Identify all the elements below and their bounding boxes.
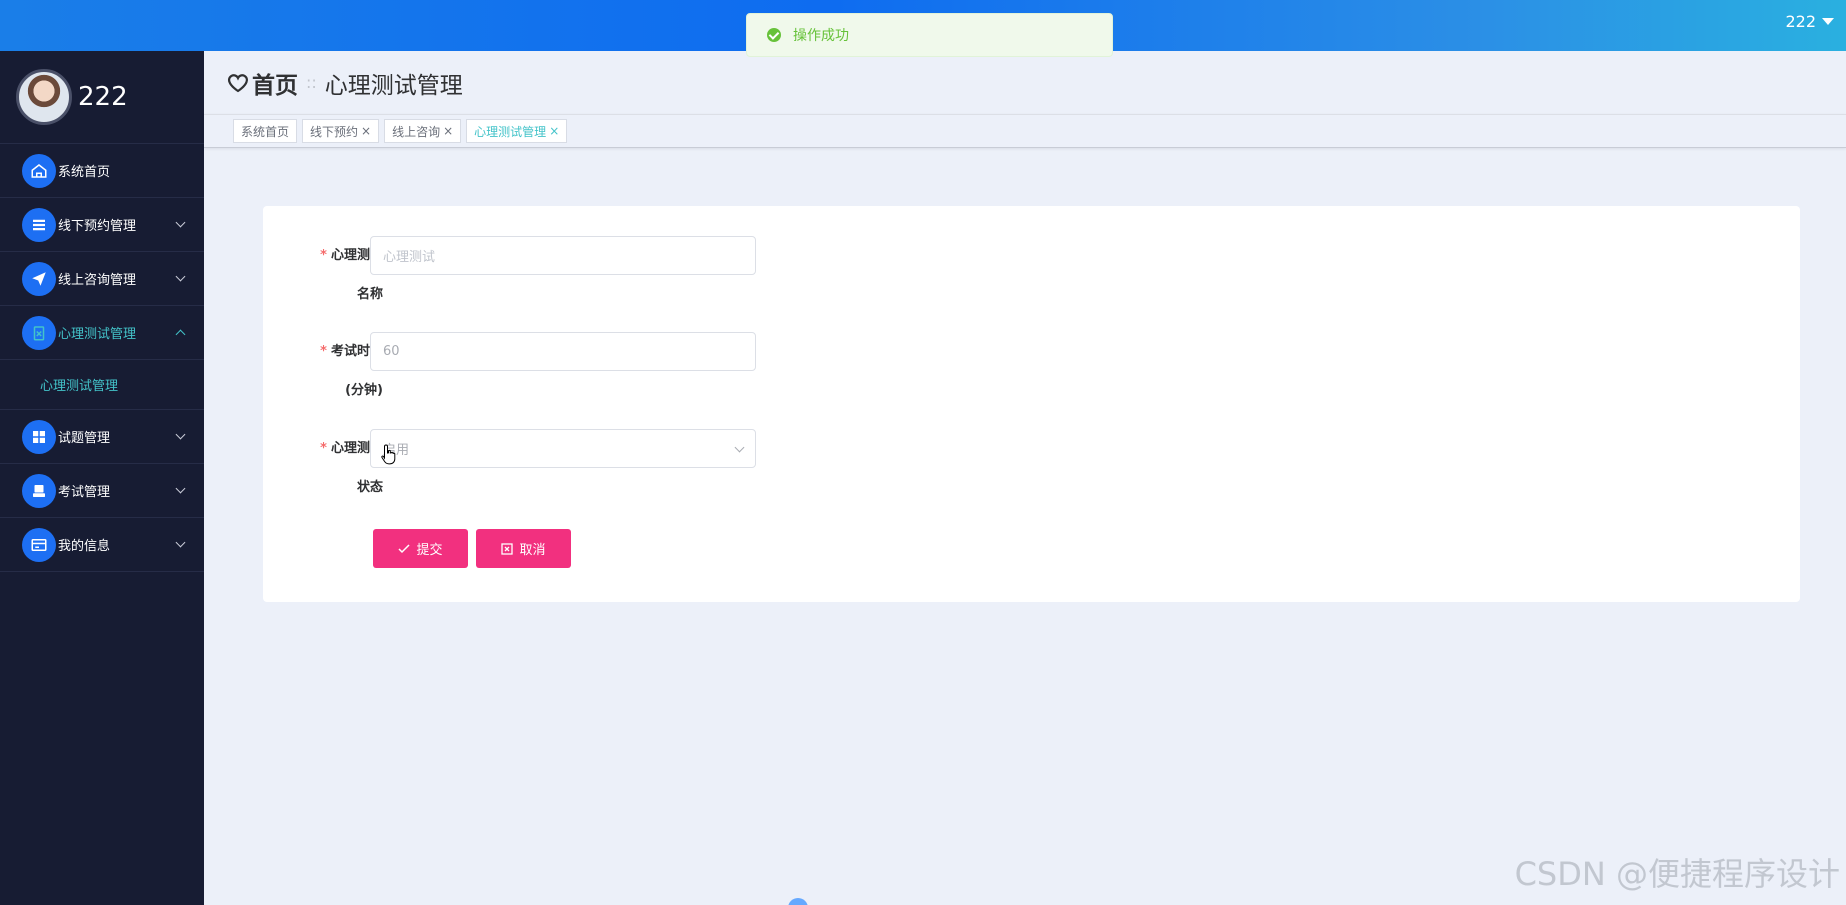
tab-label: 线下预约: [310, 124, 359, 139]
cancel-button[interactable]: 取消: [476, 529, 571, 568]
profile: 222: [0, 51, 204, 144]
field-label: * 考试时长 (分钟): [283, 332, 383, 410]
profile-name: 222: [78, 82, 128, 112]
username-label: 222: [1785, 12, 1816, 31]
chevron-down-icon: [175, 537, 186, 548]
breadcrumb-separator: ::: [306, 73, 317, 92]
chevron-down-icon: [175, 271, 186, 282]
list-icon: [22, 207, 56, 242]
toast-message: 操作成功: [793, 28, 849, 44]
tab-home[interactable]: 系统首页: [233, 119, 298, 143]
sidebar-item-home[interactable]: 系统首页: [0, 144, 204, 198]
sidebar-item-label: 心理测试管理: [58, 327, 137, 342]
close-icon[interactable]: ×: [443, 124, 453, 138]
grid-icon: [22, 419, 56, 454]
chevron-up-icon: [175, 329, 186, 340]
status-select[interactable]: 启用: [370, 429, 756, 468]
input-value: 60: [383, 344, 400, 359]
tab-label: 心理测试管理: [474, 124, 547, 139]
send-icon: [22, 261, 56, 296]
sidebar-item-label: 考试管理: [58, 485, 111, 500]
submenu-item-label: 心理测试管理: [40, 379, 119, 394]
tab-label: 系统首页: [241, 124, 290, 139]
label-text-line2: 状态: [356, 480, 383, 495]
label-text-line2: 名称: [356, 287, 383, 302]
heart-icon: [227, 73, 249, 92]
avatar: [16, 69, 72, 125]
close-icon[interactable]: ×: [549, 124, 559, 138]
required-marker: *: [320, 441, 327, 456]
page-title: 心理测试管理: [324, 72, 463, 99]
chevron-down-icon: [734, 442, 745, 453]
button-label: 取消: [519, 543, 546, 558]
tab-offline-booking[interactable]: 线下预约 ×: [302, 119, 380, 143]
duration-input[interactable]: 60: [370, 332, 756, 371]
sidebar: 222 系统首页 线下预约管理 线上咨询管理 心理测试管理 心理测试管理 试题管…: [0, 51, 204, 905]
sidebar-item-label: 线上咨询管理: [58, 273, 137, 288]
chevron-down-icon: [175, 429, 186, 440]
required-marker: *: [320, 248, 327, 263]
sidebar-item-my-info[interactable]: 我的信息: [0, 518, 204, 572]
sidebar-item-label: 线下预约管理: [58, 219, 137, 234]
submit-button[interactable]: 提交: [373, 529, 468, 568]
test-name-input[interactable]: 心理测试: [370, 236, 756, 275]
input-placeholder: 心理测试: [383, 250, 436, 265]
field-label: * 心理测试 名称: [283, 236, 383, 314]
success-toast: 操作成功: [746, 13, 1113, 57]
tab-online-consult[interactable]: 线上咨询 ×: [384, 119, 462, 143]
card-icon: [22, 527, 56, 562]
tabs-bar: 系统首页 线下预约 × 线上咨询 × 心理测试管理 ×: [204, 114, 1846, 148]
breadcrumb: 首页 :: 心理测试管理: [204, 51, 1846, 114]
clipboard-icon: [22, 315, 56, 350]
sidebar-item-online-consult[interactable]: 线上咨询管理: [0, 252, 204, 306]
field-label: * 心理测试 状态: [283, 429, 383, 507]
form-card: * 心理测试 名称 心理测试 * 考试时长 (分钟) 60 * 心理测试 状态 启用 …: [263, 206, 1800, 602]
label-text-line2: (分钟): [345, 383, 383, 398]
sidebar-item-label: 系统首页: [58, 165, 111, 180]
sidebar-item-label: 我的信息: [58, 539, 111, 554]
breadcrumb-home[interactable]: 首页: [252, 66, 298, 100]
sidebar-item-psych-test[interactable]: 心理测试管理: [0, 306, 204, 360]
watermark: CSDN @便捷程序设计: [1514, 855, 1840, 893]
hand-cursor-icon: [381, 444, 396, 465]
close-icon[interactable]: ×: [361, 124, 371, 138]
chevron-down-icon: [175, 483, 186, 494]
home-icon: [22, 153, 56, 188]
required-marker: *: [320, 344, 327, 359]
check-icon: [398, 543, 411, 553]
button-label: 提交: [416, 543, 443, 558]
submenu-item-psych-test[interactable]: 心理测试管理: [0, 360, 204, 410]
tab-psych-test[interactable]: 心理测试管理 ×: [466, 119, 568, 143]
printer-icon: [22, 473, 56, 508]
chevron-down-icon: [175, 217, 186, 228]
close-square-icon: [501, 542, 514, 555]
user-menu[interactable]: 222: [1785, 12, 1834, 31]
sidebar-item-exams[interactable]: 考试管理: [0, 464, 204, 518]
floating-dot: [788, 898, 808, 905]
sidebar-item-label: 试题管理: [58, 431, 111, 446]
caret-down-icon: [1822, 18, 1834, 25]
sidebar-item-questions[interactable]: 试题管理: [0, 410, 204, 464]
sidebar-item-offline-booking[interactable]: 线下预约管理: [0, 198, 204, 252]
tab-label: 线上咨询: [392, 124, 441, 139]
check-circle-icon: [767, 28, 781, 42]
